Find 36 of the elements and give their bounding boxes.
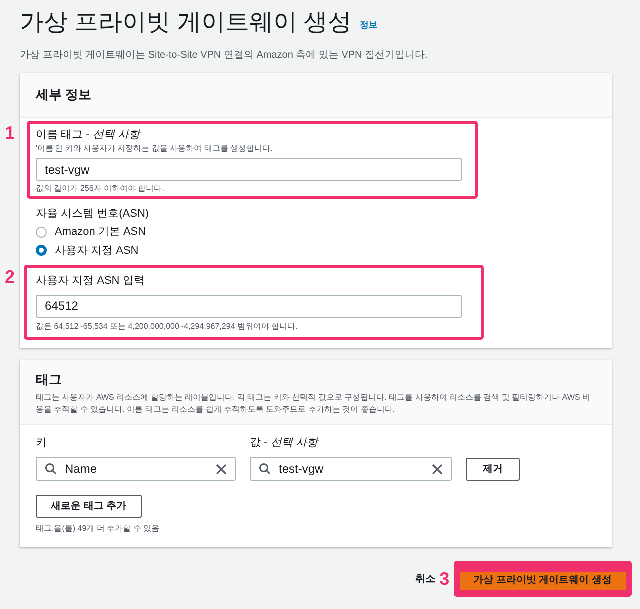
step-number: 1 (5, 124, 16, 142)
clear-icon[interactable] (216, 464, 227, 474)
field-value: Name (65, 461, 98, 478)
column-label: 값 - 선택 사항 (250, 436, 320, 450)
info-link[interactable]: 정보 (360, 18, 378, 32)
field-label: 자율 시스템 번호(ASN) (36, 206, 150, 222)
input-field[interactable]: 64512 (36, 294, 462, 318)
search-field[interactable]: test-vgw (250, 457, 452, 481)
field-constraint: 값의 길이가 256자 이하여야 합니다. (36, 182, 166, 194)
field-label: 사용자 지정 ASN 입력 (36, 274, 146, 289)
search-icon (259, 463, 271, 475)
tag-limit-note: 태그.을(를) 49개 더 추가할 수 있음 (36, 523, 161, 535)
radio-label[interactable]: Amazon 기본 ASN (55, 224, 146, 240)
add-tag-button[interactable]: 새로운 태그 추가 (36, 495, 142, 518)
create-gateway-button[interactable]: 가상 프라이빗 게이트웨이 생성 (460, 572, 626, 590)
step-number: 2 (5, 268, 16, 286)
page-description: 가상 프라이빗 게이트웨이는 Site-to-Site VPN 연결의 Amazon 측에 있는 VPN 집선기입니다. (20, 49, 429, 63)
page-title: 가상 프라이빗 게이트웨이 생성 (20, 8, 352, 38)
field-constraint: 값은 64,512~65,534 또는 4,200,000,000~4,294,967,294 범위여야 합니다. (36, 321, 299, 333)
search-icon (45, 463, 57, 475)
radio-label[interactable]: 사용자 지정 ASN (55, 242, 139, 259)
section-heading: 태그 (36, 371, 63, 389)
radio-button[interactable] (36, 226, 47, 238)
field-label: 이름 태그 - 선택 사항 (36, 128, 142, 142)
remove-button[interactable]: 제거 (466, 458, 520, 480)
input-field[interactable]: test-vgw (36, 158, 462, 181)
section-description: 태그는 사용자가 AWS 리소스에 할당하는 레이블입니다. 각 태그는 키와 선택적 값으로 구성됩니다. 태그를 사용하여 리소스를 검색 및 필터링하거나 AWS 비용을 추적할 수 있습니다. 이름 태그는 리소스를 쉽게 추적하도록 도와주므로 추가하는 것이 좋습니다. (36, 392, 592, 416)
column-label: 키 (36, 436, 48, 450)
cancel-link[interactable]: 취소 (416, 572, 436, 586)
search-field[interactable]: Name (36, 457, 236, 481)
radio-button[interactable] (36, 245, 47, 256)
section-heading: 세부 정보 (36, 86, 93, 104)
field-hint: '이름'인 키와 사용자가 지정하는 값을 사용하여 태그를 생성합니다. (36, 143, 274, 155)
step-number: 3 (440, 570, 450, 588)
field-value: test-vgw (279, 461, 325, 478)
clear-icon[interactable] (432, 464, 443, 474)
